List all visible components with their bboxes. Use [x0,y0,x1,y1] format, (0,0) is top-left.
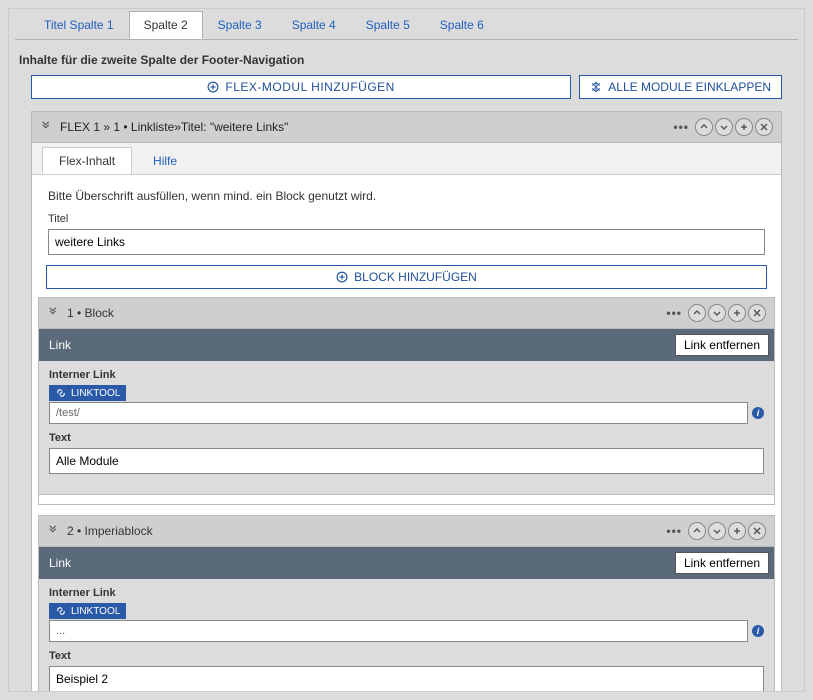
remove-button[interactable] [755,118,773,136]
flex-module-title: FLEX 1 » 1 • Linkliste»Titel: "weitere L… [60,120,665,134]
internal-link-input[interactable] [49,620,748,642]
info-icon[interactable]: i [752,625,764,637]
column-tabs: Titel Spalte 1 Spalte 2 Spalte 3 Spalte … [9,9,804,39]
link-icon [55,605,67,617]
more-actions-icon[interactable]: ••• [662,306,686,320]
more-actions-icon[interactable]: ••• [662,524,686,538]
section-title: Inhalte für die zweite Spalte der Footer… [9,39,804,75]
collapse-icon [590,81,602,93]
title-input[interactable] [48,229,765,255]
text-input[interactable] [49,448,764,474]
block-title: 2 • Imperiablock [67,524,658,538]
flex-module-header: FLEX 1 » 1 • Linkliste»Titel: "weitere L… [31,111,782,143]
add-block-label: BLOCK HINZUFÜGEN [354,270,477,284]
move-up-button[interactable] [695,118,713,136]
text-input[interactable] [49,666,764,692]
hint-text: Bitte Überschrift ausfüllen, wenn mind. … [48,189,765,203]
remove-button[interactable] [748,304,766,322]
collapse-all-label: ALLE MODULE EINKLAPPEN [608,80,771,94]
move-down-button[interactable] [708,304,726,322]
flex-module-pane: Flex-Inhalt Hilfe Bitte Überschrift ausf… [31,143,782,692]
internal-link-label: Interner Link [49,369,764,381]
add-flex-label: FLEX-MODUL HINZUFÜGEN [225,80,394,94]
collapse-chevron-icon[interactable] [47,525,63,537]
tab-titel-spalte-1[interactable]: Titel Spalte 1 [29,11,129,39]
text-label: Text [49,432,764,444]
title-label: Titel [48,213,765,225]
block-body: Link Link entfernen Interner Link LINKTO… [38,547,775,692]
move-down-button[interactable] [715,118,733,136]
move-up-button[interactable] [688,304,706,322]
block-header: 2 • Imperiablock ••• [38,515,775,547]
remove-button[interactable] [748,522,766,540]
link-bar-title: Link [49,556,675,570]
move-up-button[interactable] [688,522,706,540]
tab-spalte-4[interactable]: Spalte 4 [277,11,351,39]
duplicate-button[interactable] [728,522,746,540]
linktool-button[interactable]: LINKTOOL [49,385,126,401]
link-bar-title: Link [49,338,675,352]
add-flex-module-button[interactable]: FLEX-MODUL HINZUFÜGEN [31,75,571,99]
move-down-button[interactable] [708,522,726,540]
remove-link-button[interactable]: Link entfernen [675,334,769,356]
tab-spalte-6[interactable]: Spalte 6 [425,11,499,39]
linktool-label: LINKTOOL [71,388,120,399]
linktool-label: LINKTOOL [71,606,120,617]
collapse-chevron-icon[interactable] [47,307,63,319]
collapse-chevron-icon[interactable] [40,121,56,133]
block-spacer [38,495,775,505]
tab-spalte-5[interactable]: Spalte 5 [351,11,425,39]
info-icon[interactable]: i [752,407,764,419]
tab-spalte-3[interactable]: Spalte 3 [203,11,277,39]
plus-circle-icon [336,271,348,283]
remove-link-button[interactable]: Link entfernen [675,552,769,574]
duplicate-button[interactable] [735,118,753,136]
plus-circle-icon [207,81,219,93]
block-body: Link Link entfernen Interner Link LINKTO… [38,329,775,495]
internal-link-input[interactable] [49,402,748,424]
linktool-button[interactable]: LINKTOOL [49,603,126,619]
duplicate-button[interactable] [728,304,746,322]
inner-tab-hilfe[interactable]: Hilfe [136,147,194,174]
collapse-all-button[interactable]: ALLE MODULE EINKLAPPEN [579,75,782,99]
more-actions-icon[interactable]: ••• [669,120,693,134]
tab-spalte-2[interactable]: Spalte 2 [129,11,203,39]
internal-link-label: Interner Link [49,587,764,599]
block-title: 1 • Block [67,306,658,320]
add-block-button[interactable]: BLOCK HINZUFÜGEN [46,265,767,289]
text-label: Text [49,650,764,662]
block-header: 1 • Block ••• [38,297,775,329]
inner-tab-flex-inhalt[interactable]: Flex-Inhalt [42,147,132,174]
link-icon [55,387,67,399]
